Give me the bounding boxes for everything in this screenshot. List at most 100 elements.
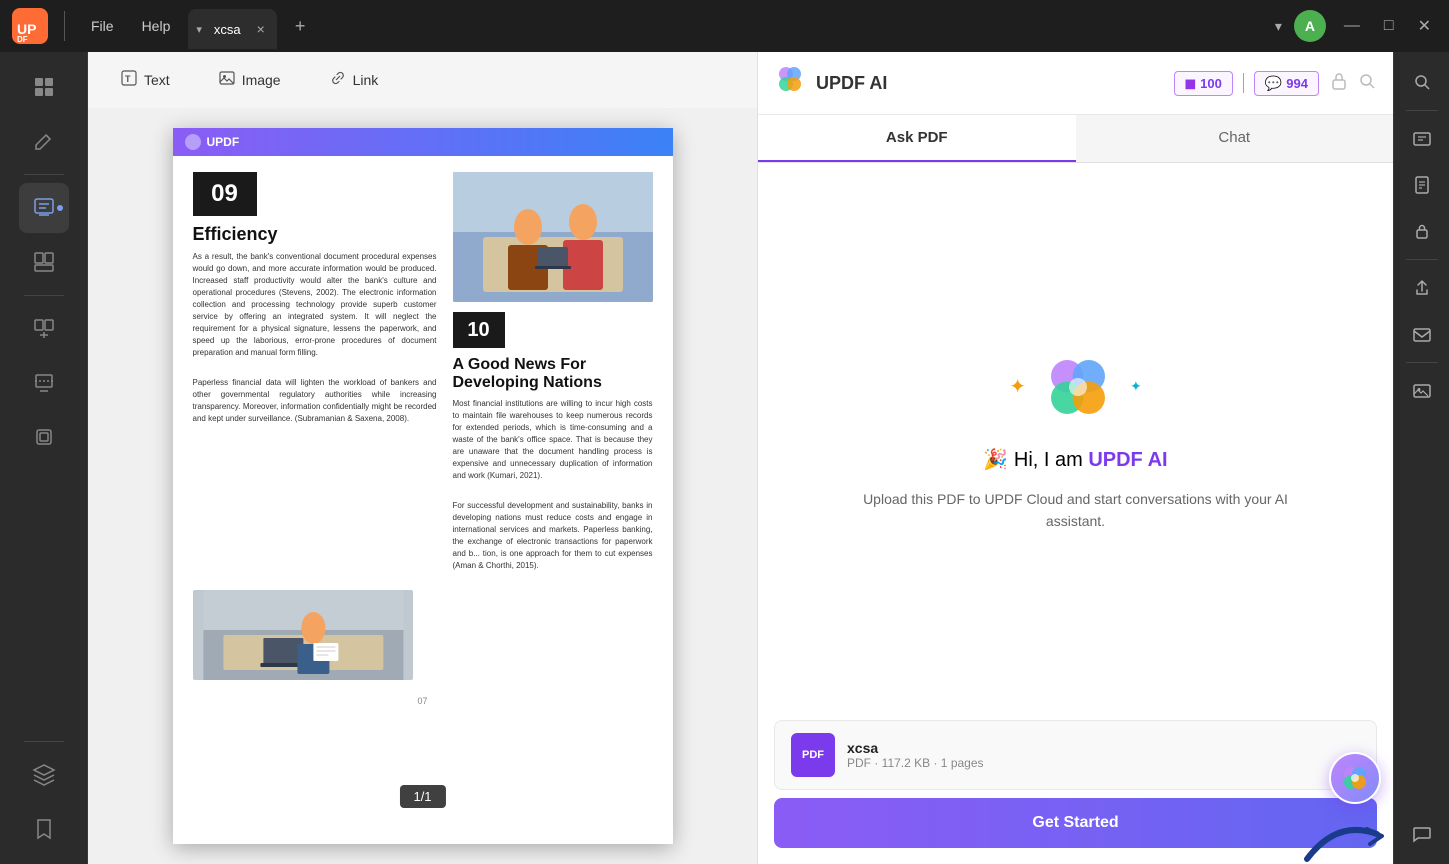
greeting-text: Hi, I am <box>1014 449 1088 471</box>
greeting-name: UPDF AI <box>1088 449 1167 471</box>
pdf-page: UPDF 09 Efficiency As a result, the bank… <box>173 128 673 844</box>
sidebar-item-bookmark[interactable] <box>19 804 69 854</box>
pdf-container[interactable]: UPDF 09 Efficiency As a result, the bank… <box>88 108 757 864</box>
pdf-logo-circle <box>185 134 201 150</box>
link-tool-button[interactable]: Link <box>317 63 391 98</box>
left-sidebar <box>0 52 88 864</box>
ai-sparkle-area: ✦ ✦ <box>1009 351 1142 423</box>
pdf-text-1: As a result, the bank's conventional doc… <box>193 251 437 359</box>
pdf-header: UPDF <box>173 128 673 156</box>
section-number-2: 10 <box>453 312 505 348</box>
section-title-2: A Good News For Developing Nations <box>453 356 653 392</box>
maximize-button[interactable]: □ <box>1378 17 1400 35</box>
greeting-emoji: 🎉 <box>983 449 1008 471</box>
text-tool-icon: T <box>120 69 138 92</box>
credits-divider <box>1243 73 1244 93</box>
credit-value-2: 994 <box>1286 76 1308 91</box>
pdf-right-col-1: 10 A Good News For Developing Nations Mo… <box>453 172 653 572</box>
pdf-header-logo: UPDF <box>185 134 240 150</box>
search-header-icon[interactable] <box>1357 71 1377 96</box>
sidebar-item-merge[interactable] <box>19 304 69 354</box>
text-tool-button[interactable]: T Text <box>108 63 182 98</box>
minimize-button[interactable]: — <box>1338 17 1366 35</box>
right-divider-3 <box>1406 362 1438 363</box>
ai-header-icons <box>1329 71 1377 96</box>
ai-body: ✦ ✦ 🎉 Hi, I am UPDF AI Upload this PDF t… <box>758 163 1393 720</box>
svg-text:T: T <box>125 74 131 84</box>
right-chat-icon[interactable] <box>1402 814 1442 854</box>
sidebar-item-convert[interactable] <box>19 358 69 408</box>
main-content: T Text Image <box>0 52 1449 864</box>
sidebar-divider-3 <box>24 741 64 742</box>
pdf-text-3: Most financial institutions are willing … <box>453 398 653 482</box>
tab-area: ▾ xcsa × <box>188 9 276 49</box>
ai-panel: UPDF AI ◼ 100 💬 994 <box>757 52 1393 864</box>
tab-chevron-icon[interactable]: ▾ <box>1275 18 1282 35</box>
tab-ask-pdf[interactable]: Ask PDF <box>758 115 1076 162</box>
text-tool-label: Text <box>144 72 170 88</box>
get-started-button[interactable]: Get Started <box>774 798 1377 848</box>
ai-clover-icon <box>1042 351 1114 423</box>
image-tool-button[interactable]: Image <box>206 63 293 98</box>
sidebar-item-layers[interactable] <box>19 750 69 800</box>
image-tool-icon <box>218 69 236 92</box>
app-logo: UP DF <box>12 8 48 44</box>
tab-title: xcsa <box>208 22 247 37</box>
tab-close-button[interactable]: × <box>253 21 269 37</box>
title-bar: UP DF File Help ▾ xcsa × + ▾ A — □ ✕ <box>0 0 1449 52</box>
sidebar-item-thumbnail[interactable] <box>19 62 69 112</box>
ai-logo-icon <box>774 64 806 102</box>
credit-value-1: 100 <box>1200 76 1222 91</box>
sidebar-bottom <box>19 737 69 854</box>
pdf-section-1: 09 Efficiency As a result, the bank's co… <box>193 172 653 572</box>
file-meta-text: PDF · 117.2 KB · 1 pages <box>847 756 1360 770</box>
sidebar-divider-1 <box>24 174 64 175</box>
file-info: xcsa PDF · 117.2 KB · 1 pages <box>847 740 1360 770</box>
right-mail-icon[interactable] <box>1402 314 1442 354</box>
title-right-controls: ▾ A — □ ✕ <box>1275 10 1437 42</box>
pdf-text-2: Paperless financial data will lighten th… <box>193 377 437 425</box>
pdf-section1-image <box>453 172 653 302</box>
toolbar: T Text Image <box>88 52 757 108</box>
ai-file-card: PDF xcsa PDF · 117.2 KB · 1 pages <box>774 720 1377 790</box>
credit-badge-1: ◼ 100 <box>1174 71 1233 96</box>
pdf-body: 09 Efficiency As a result, the bank's co… <box>173 156 673 726</box>
right-divider-1 <box>1406 110 1438 111</box>
arrow-decoration <box>1297 814 1387 864</box>
image-tool-label: Image <box>242 72 281 88</box>
right-icon-bar <box>1393 52 1449 864</box>
ai-float-button[interactable] <box>1329 752 1381 804</box>
section-number-1: 09 <box>193 172 257 216</box>
file-menu[interactable]: File <box>81 14 124 38</box>
pdf-footer: 07 <box>193 692 653 710</box>
sidebar-item-edit[interactable] <box>19 116 69 166</box>
lock-icon[interactable] <box>1329 71 1349 96</box>
ai-title-text: UPDF AI <box>816 73 887 94</box>
right-divider-2 <box>1406 259 1438 260</box>
new-tab-button[interactable]: + <box>289 16 312 37</box>
sidebar-item-annotate[interactable] <box>19 183 69 233</box>
ai-credits-area: ◼ 100 💬 994 <box>1174 71 1319 96</box>
right-lock-icon[interactable] <box>1402 211 1442 251</box>
pdf-left-col-1: 09 Efficiency As a result, the bank's co… <box>193 172 437 572</box>
active-indicator <box>57 205 63 211</box>
link-tool-label: Link <box>353 72 379 88</box>
right-image-save-icon[interactable] <box>1402 371 1442 411</box>
sidebar-item-protect[interactable] <box>19 412 69 462</box>
pdf-bottom-image <box>193 590 414 680</box>
file-name-text: xcsa <box>847 740 1360 756</box>
tab-chat[interactable]: Chat <box>1076 115 1394 162</box>
ai-header: UPDF AI ◼ 100 💬 994 <box>758 52 1393 115</box>
tab-dropdown-icon[interactable]: ▾ <box>196 23 202 36</box>
right-page-icon[interactable] <box>1402 165 1442 205</box>
right-search-icon[interactable] <box>1402 62 1442 102</box>
right-share-icon[interactable] <box>1402 268 1442 308</box>
sparkle-right: ✦ <box>1130 378 1142 395</box>
get-started-label: Get Started <box>1032 814 1118 832</box>
right-ocr-icon[interactable] <box>1402 119 1442 159</box>
close-button[interactable]: ✕ <box>1412 16 1437 36</box>
avatar[interactable]: A <box>1294 10 1326 42</box>
ai-tabs: Ask PDF Chat <box>758 115 1393 163</box>
help-menu[interactable]: Help <box>132 14 181 38</box>
sidebar-item-organize[interactable] <box>19 237 69 287</box>
